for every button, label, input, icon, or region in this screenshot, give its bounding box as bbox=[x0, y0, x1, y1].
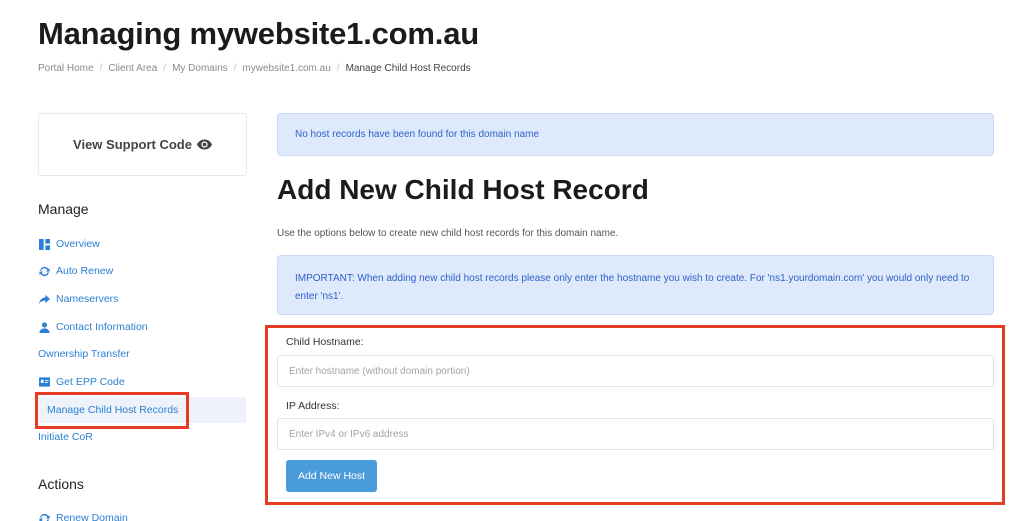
breadcrumb-separator: / bbox=[336, 63, 340, 74]
breadcrumb-current: Manage Child Host Records bbox=[345, 63, 471, 74]
important-alert: IMPORTANT: When adding new child host re… bbox=[277, 255, 994, 315]
sidebar-item-nameservers[interactable]: Nameservers bbox=[38, 286, 118, 312]
breadcrumb: Portal Home / Client Area / My Domains /… bbox=[38, 63, 471, 74]
sidebar-item-label: Auto Renew bbox=[56, 265, 114, 277]
breadcrumb-my-domains[interactable]: My Domains bbox=[172, 63, 228, 74]
sidebar-item-label: Nameservers bbox=[56, 293, 119, 305]
view-support-code-button[interactable]: View Support Code bbox=[38, 113, 247, 176]
actions-heading: Actions bbox=[38, 476, 84, 492]
breadcrumb-separator: / bbox=[99, 63, 103, 74]
sidebar-item-ownership-transfer[interactable]: Ownership Transfer bbox=[38, 341, 130, 367]
sidebar-item-auto-renew[interactable]: Auto Renew bbox=[38, 258, 113, 284]
sidebar-item-label: Get EPP Code bbox=[56, 376, 125, 388]
breadcrumb-client-area[interactable]: Client Area bbox=[108, 63, 157, 74]
id-card-icon bbox=[38, 376, 50, 388]
share-arrow-icon bbox=[38, 293, 50, 305]
eye-icon bbox=[196, 139, 212, 150]
section-heading: Add New Child Host Record bbox=[277, 174, 649, 205]
support-code-label: View Support Code bbox=[73, 137, 192, 152]
overview-icon bbox=[38, 238, 50, 250]
sync-icon bbox=[38, 512, 50, 521]
sidebar-item-contact-information[interactable]: Contact Information bbox=[38, 314, 148, 340]
highlight-box-form bbox=[265, 325, 1005, 505]
sync-icon bbox=[38, 265, 50, 277]
user-icon bbox=[38, 321, 50, 333]
sidebar-item-label: Ownership Transfer bbox=[38, 348, 130, 360]
breadcrumb-separator: / bbox=[163, 63, 167, 74]
sidebar-item-label: Contact Information bbox=[56, 321, 148, 333]
section-description: Use the options below to create new chil… bbox=[277, 228, 619, 239]
sidebar-item-label: Renew Domain bbox=[56, 512, 128, 521]
sidebar-item-overview[interactable]: Overview bbox=[38, 231, 100, 257]
breadcrumb-domain[interactable]: mywebsite1.com.au bbox=[242, 63, 330, 74]
breadcrumb-portal-home[interactable]: Portal Home bbox=[38, 63, 94, 74]
sidebar-action-renew-domain[interactable]: Renew Domain bbox=[38, 505, 128, 521]
no-records-alert: No host records have been found for this… bbox=[277, 113, 994, 156]
sidebar-item-label: Overview bbox=[56, 238, 100, 250]
highlight-box-sidebar bbox=[35, 392, 189, 429]
page-title: Managing mywebsite1.com.au bbox=[38, 16, 479, 51]
sidebar-item-label: Initiate CoR bbox=[38, 431, 93, 443]
breadcrumb-separator: / bbox=[233, 63, 237, 74]
manage-heading: Manage bbox=[38, 201, 89, 217]
